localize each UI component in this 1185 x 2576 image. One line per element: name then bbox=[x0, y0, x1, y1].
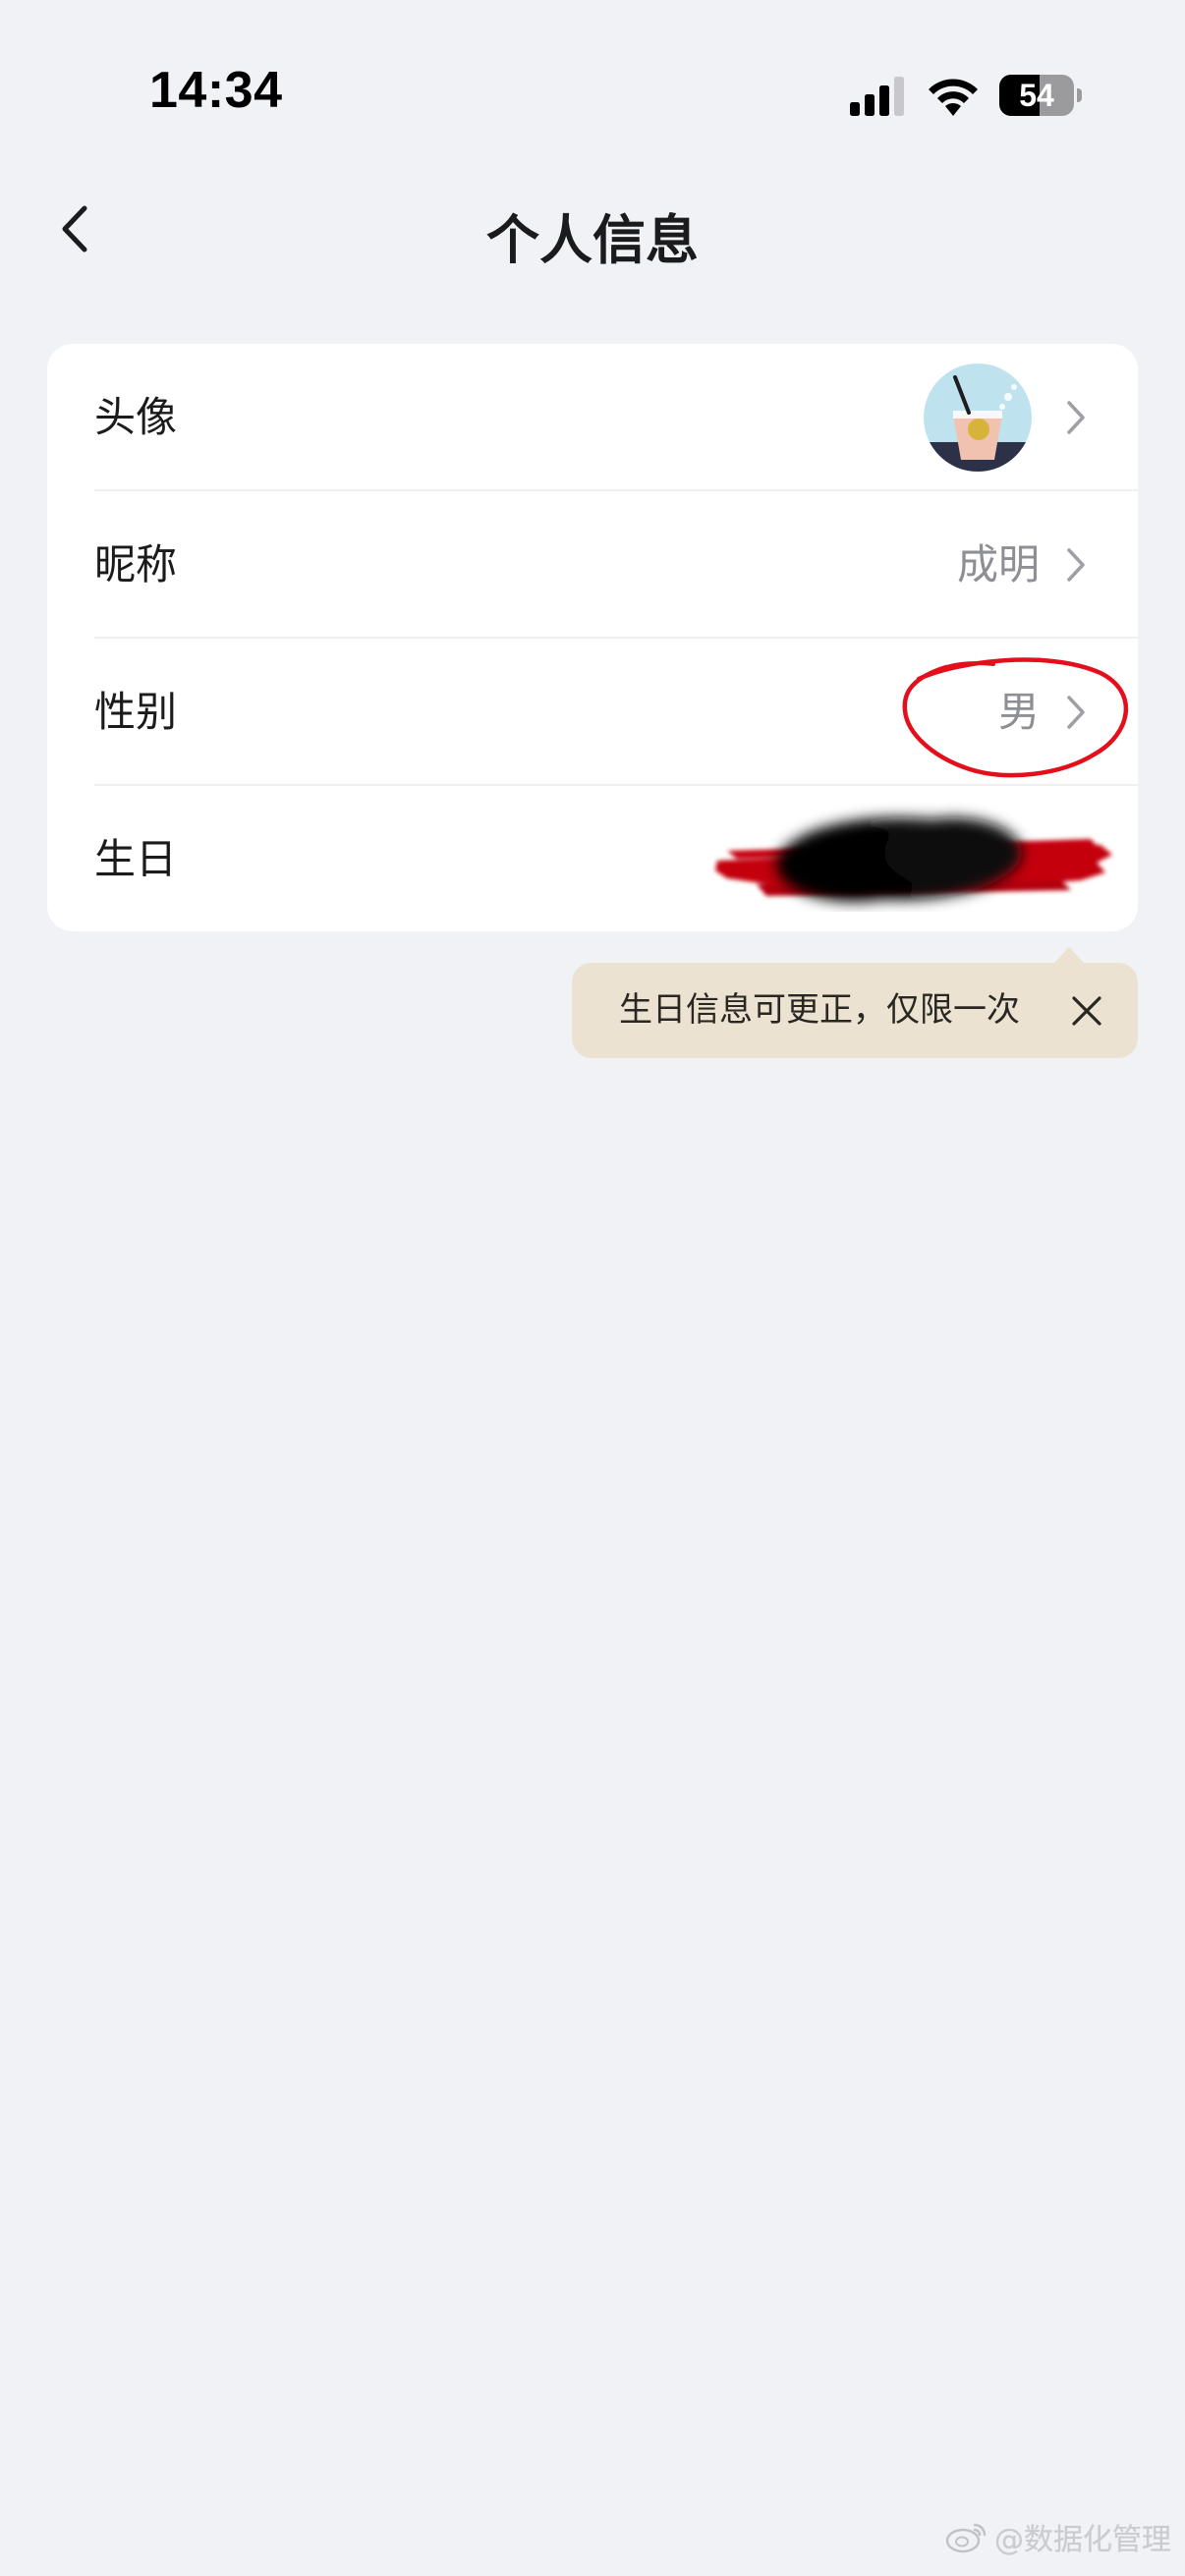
page-title: 个人信息 bbox=[486, 209, 699, 271]
battery-cap bbox=[1077, 88, 1082, 102]
watermark: @数据化管理 bbox=[945, 2515, 1171, 2558]
tooltip-text: 生日信息可更正，仅限一次 bbox=[619, 990, 1020, 1030]
row-label-nickname: 昵称 bbox=[94, 540, 178, 588]
weibo-icon bbox=[945, 2523, 987, 2553]
chevron-right-icon bbox=[1067, 843, 1085, 876]
cellular-signal-icon bbox=[850, 77, 904, 116]
nav-bar: 个人信息 bbox=[0, 177, 1185, 285]
row-label-avatar: 头像 bbox=[94, 393, 178, 441]
nickname-row[interactable]: 昵称 成明 bbox=[47, 491, 1138, 639]
battery-body: 54 bbox=[999, 75, 1074, 116]
gender-row[interactable]: 性别 男 bbox=[47, 639, 1138, 786]
avatar bbox=[924, 364, 1032, 472]
chevron-right-icon bbox=[1067, 401, 1085, 434]
row-label-gender: 性别 bbox=[94, 688, 178, 736]
gender-value: 男 bbox=[997, 688, 1040, 736]
birthday-correction-tooltip: 生日信息可更正，仅限一次 bbox=[572, 947, 1138, 1058]
wifi-icon bbox=[929, 79, 978, 116]
row-label-birthday: 生日 bbox=[94, 835, 178, 883]
nickname-value: 成明 bbox=[956, 540, 1040, 588]
battery-icon: 54 bbox=[999, 75, 1084, 116]
battery-percent: 54 bbox=[1019, 78, 1054, 113]
avatar-row[interactable]: 头像 bbox=[47, 344, 1138, 491]
chevron-right-icon bbox=[1067, 548, 1085, 582]
avatar-image bbox=[924, 364, 1032, 472]
profile-info-card: 头像 昵称 成明 性别 男 生日 bbox=[47, 344, 1138, 931]
chevron-right-icon bbox=[1067, 696, 1085, 729]
status-time: 14:34 bbox=[149, 62, 283, 119]
birthday-row[interactable]: 生日 bbox=[47, 786, 1138, 931]
watermark-text: @数据化管理 bbox=[994, 2523, 1171, 2557]
close-icon[interactable] bbox=[1069, 993, 1104, 1029]
status-bar: 14:34 54 bbox=[0, 0, 1185, 147]
tooltip-arrow bbox=[1053, 947, 1085, 964]
